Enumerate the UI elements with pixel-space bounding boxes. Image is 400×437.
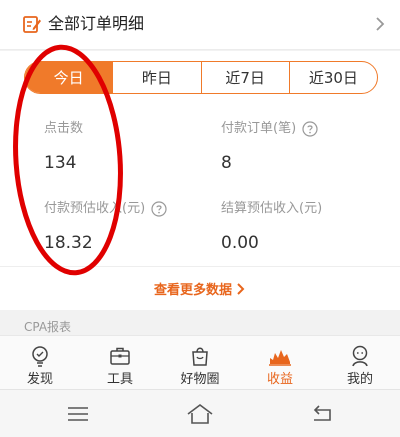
stat-label: 付款预估收入(元) — [44, 201, 146, 216]
tabbar-item-earnings[interactable]: 收益 — [240, 336, 320, 389]
page-title: 全部订单明细 — [48, 14, 145, 33]
stat-paid-orders: 付款订单(笔) 8 — [221, 121, 318, 173]
home-icon[interactable] — [186, 402, 214, 426]
tab-last-7-days[interactable]: 近7日 — [202, 62, 290, 93]
tabbar-label: 我的 — [346, 372, 373, 387]
tab-yesterday[interactable]: 昨日 — [113, 62, 202, 93]
chevron-right-icon[interactable] — [374, 15, 386, 33]
tabbar-item-mine[interactable]: 我的 — [320, 336, 400, 389]
date-range-tabs: 今日 昨日 近7日 近30日 — [24, 61, 378, 94]
chevron-right-icon — [237, 282, 245, 295]
tabbar-item-discover[interactable]: 发现 — [0, 336, 80, 389]
view-more-label: 查看更多数据 — [153, 283, 232, 298]
bottom-tab-bar: 发现 工具 好物圈 收益 我的 — [0, 335, 400, 389]
help-icon[interactable] — [302, 121, 318, 137]
order-detail-header[interactable]: 全部订单明细 — [0, 0, 400, 50]
tabbar-label: 发现 — [26, 372, 53, 387]
stat-label: 付款订单(笔) — [221, 121, 297, 136]
tabbar-item-good-things[interactable]: 好物圈 — [160, 336, 240, 389]
stat-label: 结算预估收入(元) — [221, 201, 323, 216]
help-icon[interactable] — [151, 201, 167, 217]
toolbox-icon — [110, 347, 130, 365]
stat-value: 8 — [221, 153, 232, 173]
stat-value: 134 — [44, 153, 77, 173]
chart-icon — [269, 350, 291, 366]
system-navigation-bar — [0, 389, 400, 437]
tabbar-label: 好物圈 — [180, 372, 220, 387]
stat-label: 点击数 — [44, 121, 84, 136]
edit-document-icon — [23, 16, 41, 33]
person-icon — [352, 345, 368, 367]
stat-clicks: 点击数 134 — [44, 121, 83, 173]
menu-icon[interactable] — [64, 402, 92, 426]
stats-card: 今日 昨日 近7日 近30日 点击数 134 付款订单(笔) 8 付款预估收入(… — [0, 51, 400, 266]
view-more-data-link[interactable]: 查看更多数据 — [0, 266, 400, 310]
tabbar-item-tools[interactable]: 工具 — [80, 336, 160, 389]
stat-settled-estimated-income: 结算预估收入(元) 0.00 — [221, 201, 322, 253]
section-title: CPA报表 — [24, 320, 72, 334]
tab-today[interactable]: 今日 — [25, 62, 114, 93]
tabbar-label: 工具 — [106, 372, 133, 387]
stat-paid-estimated-income: 付款预估收入(元) 18.32 — [44, 201, 167, 253]
back-icon[interactable] — [308, 402, 336, 426]
stat-value: 18.32 — [44, 233, 93, 253]
tab-last-30-days[interactable]: 近30日 — [290, 62, 377, 93]
stat-value: 0.00 — [221, 233, 259, 253]
tabbar-label: 收益 — [266, 372, 293, 387]
bag-icon — [192, 347, 208, 366]
bulb-icon — [32, 346, 48, 367]
